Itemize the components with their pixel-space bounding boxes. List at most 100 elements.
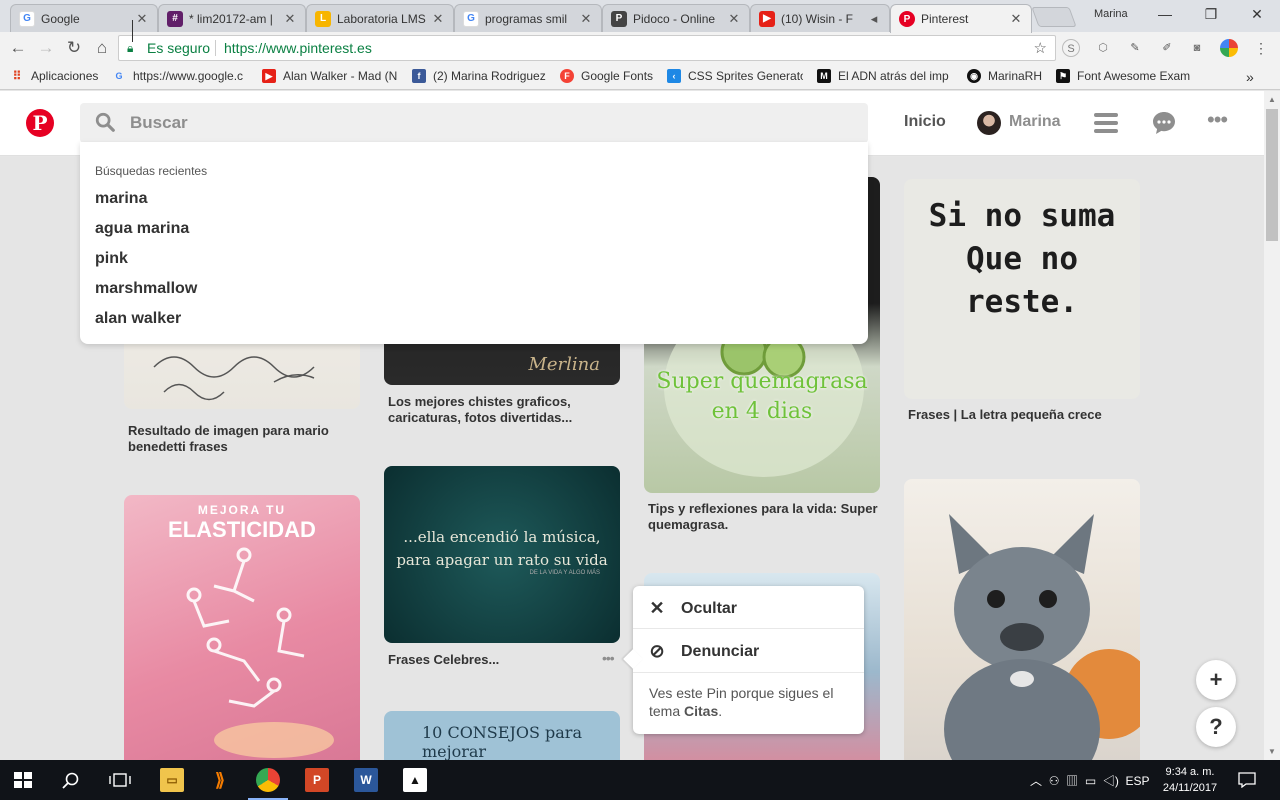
tab-youtube[interactable]: ▶ (10) Wisin - F ◂ <box>750 4 890 32</box>
language-indicator[interactable]: ESP <box>1126 774 1150 788</box>
home-icon[interactable]: ⌂ <box>92 38 112 58</box>
avatar[interactable] <box>977 111 1001 135</box>
bookmark-font-awesome[interactable]: ⚑ Font Awesome Exam <box>1056 69 1192 83</box>
menu-icon[interactable] <box>1094 112 1118 134</box>
lock-icon[interactable]: 🔒︎ <box>127 41 141 55</box>
camera-extension-icon[interactable]: ◙ <box>1188 39 1206 57</box>
close-tab-icon[interactable]: ✕ <box>135 11 149 27</box>
tab-lim[interactable]: # * lim20172-am | ✕ <box>158 4 306 32</box>
pin-caption[interactable]: Frases Celebres... <box>388 652 588 668</box>
tab-laboratoria[interactable]: L Laboratoria LMS ✕ <box>306 4 454 32</box>
powerpoint-icon[interactable]: P <box>305 768 329 792</box>
bookmark-google[interactable]: G https://www.google.c <box>112 69 252 83</box>
secure-label[interactable]: Es seguro <box>147 40 210 56</box>
skype-extension-icon[interactable]: S <box>1062 39 1080 57</box>
pin-bulldog[interactable] <box>904 479 1140 760</box>
task-view-icon[interactable] <box>109 772 131 788</box>
bookmark-alan-walker[interactable]: ▶ Alan Walker - Mad (N <box>262 69 397 83</box>
colorpicker-extension-icon[interactable]: ✐ <box>1158 39 1176 57</box>
pinterest-logo-icon[interactable]: P <box>26 109 54 137</box>
recent-search-item[interactable]: alan walker <box>95 310 181 328</box>
profile-link[interactable]: Marina <box>1009 113 1061 131</box>
address-bar[interactable]: 🔒︎ Es seguro https://www.pinterest.es ☆ <box>118 35 1056 61</box>
tab-google[interactable]: G Google ✕ <box>10 4 158 32</box>
search-input[interactable] <box>130 111 830 135</box>
scrollbar[interactable]: ▲ ▼ <box>1264 91 1280 760</box>
tab-programas[interactable]: G programas smil ✕ <box>454 4 602 32</box>
close-tab-icon[interactable]: ✕ <box>283 11 297 27</box>
pin-si-no-suma[interactable]: Si no suma Que no reste. <box>904 179 1140 399</box>
bookmark-github[interactable]: ◉ MarinaRH <box>967 69 1042 83</box>
scroll-up-icon[interactable]: ▲ <box>1268 95 1276 104</box>
pin-image-text: ...ella encendió la música, <box>403 528 601 546</box>
recent-search-item[interactable]: marina <box>95 190 147 208</box>
maximize-icon[interactable]: ❐ <box>1188 4 1234 26</box>
pin-consejos[interactable]: 10 CONSEJOS para mejorar <box>384 711 620 760</box>
search-icon[interactable] <box>62 772 80 790</box>
back-icon[interactable]: ← <box>8 38 28 58</box>
scroll-down-icon[interactable]: ▼ <box>1268 747 1276 756</box>
tab-pidoco[interactable]: P Pidoco - Online ✕ <box>602 4 750 32</box>
url-text[interactable]: https://www.pinterest.es <box>224 40 372 56</box>
more-options-icon[interactable]: ••• <box>1207 109 1231 135</box>
search-box[interactable] <box>80 103 868 143</box>
pin-caption[interactable]: Los mejores chistes graficos, caricatura… <box>388 394 620 426</box>
pin-caption[interactable]: Tips y reflexiones para la vida: Super q… <box>648 501 880 533</box>
bookmark-apps[interactable]: ⠿ Aplicaciones <box>10 69 99 83</box>
pin-caption[interactable]: Resultado de imagen para mario benedetti… <box>128 423 360 455</box>
bookmark-facebook[interactable]: f (2) Marina Rodriguez <box>412 69 552 83</box>
topic-link[interactable]: Citas <box>684 703 718 719</box>
people-icon[interactable]: ⚇ <box>1049 774 1060 788</box>
volume-icon[interactable]: ◁) <box>1103 774 1119 788</box>
battery-icon[interactable]: ▭ <box>1085 774 1096 788</box>
stretching-figures-image <box>186 547 334 758</box>
close-tab-icon[interactable]: ✕ <box>727 11 741 27</box>
recent-search-item[interactable]: marshmallow <box>95 280 197 298</box>
reload-icon[interactable]: ↻ <box>64 38 84 58</box>
bookmark-medium[interactable]: M El ADN atrás del imp <box>817 69 954 83</box>
bookmark-star-icon[interactable]: ☆ <box>1034 39 1047 57</box>
forward-icon[interactable]: → <box>36 38 56 58</box>
clock[interactable]: 9:34 a. m. 24/11/2017 <box>1160 764 1220 796</box>
mute-tab-icon[interactable]: ◂ <box>867 11 881 27</box>
close-tab-icon[interactable]: ✕ <box>1009 11 1023 27</box>
eyedropper-extension-icon[interactable]: ✎ <box>1126 39 1144 57</box>
pin-more-icon[interactable]: ••• <box>602 650 615 666</box>
color-wheel-extension-icon[interactable] <box>1220 39 1238 57</box>
sublime-text-icon[interactable]: ⟫ <box>208 768 232 792</box>
scroll-thumb[interactable] <box>1266 109 1278 241</box>
bookmark-google-fonts[interactable]: F Google Fonts <box>560 69 653 83</box>
pin-elasticidad[interactable]: MEJORA TU ELASTICIDAD <box>124 495 360 760</box>
show-hidden-icons-icon[interactable]: ︿ <box>1030 774 1042 788</box>
chrome-icon[interactable] <box>256 768 280 792</box>
pin-frases-celebres[interactable]: ...ella encendió la música, para apagar … <box>384 466 620 643</box>
tab-pinterest[interactable]: P Pinterest ✕ <box>890 4 1032 33</box>
hide-pin-button[interactable]: ✕ Ocultar <box>647 598 737 619</box>
minimize-icon[interactable]: — <box>1142 4 1188 26</box>
recent-search-item[interactable]: agua marina <box>95 220 189 238</box>
cube-extension-icon[interactable]: ⬡ <box>1094 39 1112 57</box>
more-bookmarks-icon[interactable]: » <box>1246 69 1254 85</box>
pidoco-icon: P <box>611 10 627 27</box>
windows-start-icon[interactable] <box>14 772 32 788</box>
chrome-menu-icon[interactable]: ⋮ <box>1252 39 1270 57</box>
help-button[interactable]: ? <box>1196 707 1236 747</box>
network-icon[interactable]: ▥ <box>1066 774 1078 788</box>
file-explorer-icon[interactable]: ▭ <box>160 768 184 792</box>
word-icon[interactable]: W <box>354 768 378 792</box>
notifications-icon[interactable] <box>1238 772 1256 788</box>
add-pin-button[interactable]: + <box>1196 660 1236 700</box>
close-window-icon[interactable]: ✕ <box>1234 4 1280 26</box>
bookmark-css-sprites[interactable]: ‹ CSS Sprites Generato <box>667 69 803 83</box>
close-tab-icon[interactable]: ✕ <box>431 11 445 27</box>
recent-search-item[interactable]: pink <box>95 250 128 268</box>
photos-icon[interactable]: ▲ <box>403 768 427 792</box>
messages-icon[interactable] <box>1152 111 1176 135</box>
pin-caption[interactable]: Frases | La letra pequeña crece <box>908 407 1140 423</box>
new-tab-button[interactable] <box>1031 7 1077 27</box>
home-link[interactable]: Inicio <box>904 113 946 131</box>
laboratoria-icon: L <box>315 10 331 27</box>
profile-name[interactable]: Marina <box>1094 8 1128 20</box>
report-pin-button[interactable]: ⊘ Denunciar <box>647 641 759 662</box>
close-tab-icon[interactable]: ✕ <box>579 11 593 27</box>
